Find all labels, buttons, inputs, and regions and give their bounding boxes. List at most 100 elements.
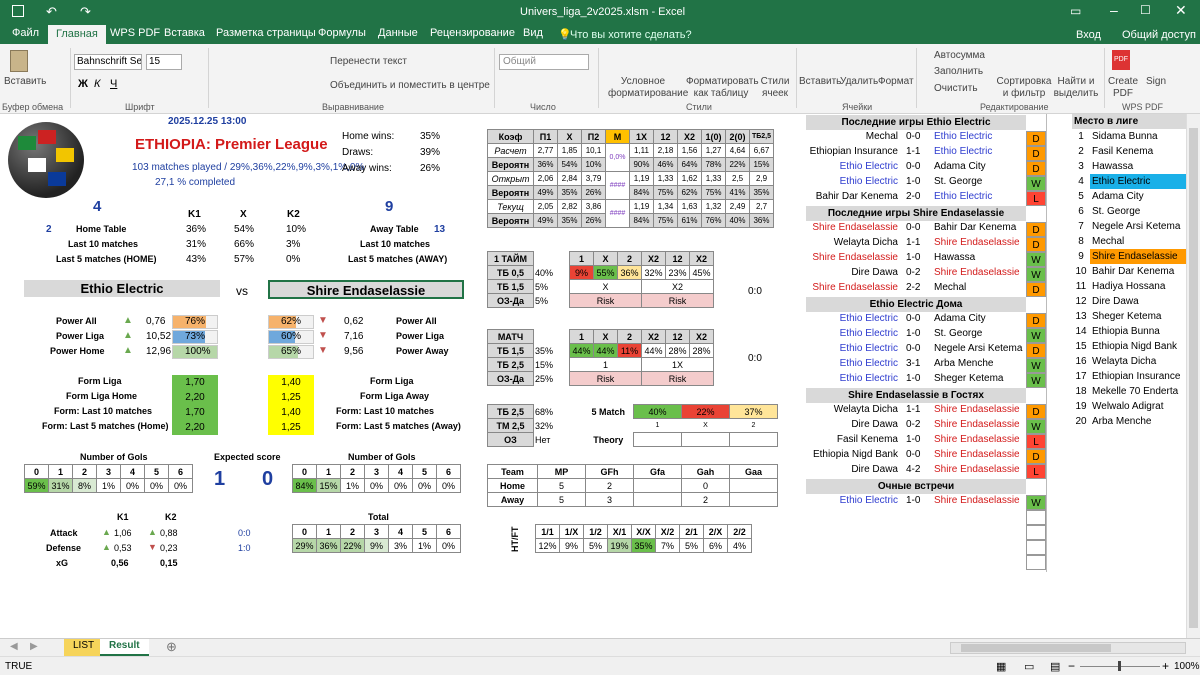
- list-away-team: Shire Endaselassie: [934, 419, 1020, 430]
- list-score: 2-0: [906, 191, 921, 202]
- goals-index: 3: [364, 524, 389, 539]
- font-size-select[interactable]: 15: [146, 54, 182, 70]
- undo-icon[interactable]: ↶: [46, 4, 57, 20]
- tab-home[interactable]: Главная: [48, 25, 106, 44]
- format-table-button[interactable]: Форматировать как таблицу: [686, 76, 759, 100]
- tell-me-input[interactable]: Что вы хотите сделать?: [570, 29, 692, 41]
- wrap-text-button[interactable]: Перенести текст: [330, 56, 407, 67]
- paste-button[interactable]: Вставить: [4, 76, 46, 87]
- standings-team: Mechal: [1092, 236, 1125, 247]
- italic-button[interactable]: К: [94, 78, 100, 90]
- scrollbar-thumb[interactable]: [1189, 128, 1198, 628]
- standings-team: St. George: [1092, 206, 1141, 217]
- odds-cell: 84%: [629, 213, 654, 228]
- standings-team: Mekelle 70 Enderta: [1092, 386, 1179, 397]
- standings-team: Dire Dawa: [1092, 296, 1139, 307]
- add-sheet-icon[interactable]: ⊕: [166, 639, 177, 655]
- list-away-team: Hawassa: [934, 252, 976, 263]
- form-home-value-cell: 2,20: [172, 420, 218, 435]
- vertical-scrollbar[interactable]: [1186, 114, 1200, 638]
- minimize-icon[interactable]: –: [1110, 2, 1118, 18]
- horizontal-scrollbar[interactable]: [950, 642, 1186, 654]
- clear-button[interactable]: Очистить: [934, 83, 978, 94]
- share-button[interactable]: Общий доступ: [1122, 29, 1196, 41]
- page-break-icon[interactable]: ▤: [1050, 660, 1060, 673]
- half-pick-b: Risk: [641, 371, 714, 386]
- next-sheet-icon[interactable]: ▶: [30, 641, 38, 652]
- normal-view-icon[interactable]: ▦: [996, 660, 1006, 673]
- login-link[interactable]: Вход: [1076, 29, 1101, 41]
- tab-view[interactable]: Вид: [523, 27, 543, 39]
- sign-button[interactable]: Sign: [1146, 76, 1166, 87]
- format-cells-button[interactable]: Формат: [878, 76, 914, 87]
- sheet-tab-list[interactable]: LIST: [64, 639, 104, 656]
- list-away-team: Negele Arsi Ketema: [934, 343, 1023, 354]
- away-team-name[interactable]: Shire Endaselassie: [268, 280, 464, 299]
- htft-header: X/2: [655, 524, 680, 539]
- zoom-out-icon[interactable]: −: [1068, 659, 1075, 673]
- tab-insert[interactable]: Вставка: [164, 27, 205, 39]
- number-format-select[interactable]: Общий: [499, 54, 589, 70]
- margin-cell: ####: [605, 199, 630, 228]
- tab-page-layout[interactable]: Разметка страницы: [216, 27, 316, 39]
- merge-center-button[interactable]: Объединить и поместить в центре: [330, 80, 490, 91]
- odds-table: Коэф П1 X П2 M 1X 12 X2 1(0) 2(0) ТБ2,5 Расчет 2,77 1…: [487, 129, 774, 228]
- defense-away: 0,23: [160, 543, 178, 553]
- page-layout-icon[interactable]: ▭: [1024, 660, 1034, 673]
- font-name-select[interactable]: Bahnschrift Sei: [74, 54, 142, 70]
- goals-index: 0: [24, 464, 49, 479]
- tab-review[interactable]: Рецензирование: [430, 27, 515, 39]
- maximize-icon[interactable]: ☐: [1140, 3, 1151, 17]
- expected-score-title: Expected score: [214, 452, 281, 462]
- odds-cell: 75%: [653, 185, 678, 200]
- power-away-bar: 62%: [268, 315, 314, 329]
- cell-styles-button[interactable]: Стили ячеек: [758, 76, 792, 100]
- list-result-badge: D: [1026, 131, 1046, 146]
- goals-index: 0: [292, 464, 317, 479]
- prev-sheet-icon[interactable]: ◀: [10, 641, 18, 652]
- away-stat-label: Last 10 matches: [360, 239, 431, 249]
- sort-filter-button[interactable]: Сортировка и фильтр: [996, 76, 1052, 100]
- home-gols-title: Number of Gols: [80, 452, 148, 462]
- conditional-format-button[interactable]: Условное форматирование: [608, 76, 688, 100]
- five-match-cell: 40%: [633, 404, 682, 419]
- status-bar: TRUE ▦ ▭ ▤ − + 100%: [0, 656, 1200, 675]
- tab-data[interactable]: Данные: [378, 27, 418, 39]
- create-pdf-button[interactable]: Create PDF: [1106, 76, 1140, 100]
- bold-button[interactable]: Ж: [78, 78, 88, 90]
- list-score: 1-0: [906, 434, 921, 445]
- away-stat-label: Last 5 matches (AWAY): [348, 254, 448, 264]
- zoom-level[interactable]: 100%: [1174, 661, 1200, 672]
- redo-icon[interactable]: ↷: [80, 4, 91, 20]
- odds-cell: 1,33: [653, 171, 678, 186]
- htft-header: 2/X: [703, 524, 728, 539]
- fill-button[interactable]: Заполнить: [934, 66, 983, 77]
- zoom-slider-thumb[interactable]: [1118, 661, 1121, 671]
- k1-header: K1: [188, 209, 201, 220]
- underline-button[interactable]: Ч: [110, 78, 117, 90]
- zoom-in-icon[interactable]: +: [1162, 659, 1169, 673]
- find-select-button[interactable]: Найти и выделить: [1052, 76, 1100, 100]
- save-icon[interactable]: [12, 5, 24, 17]
- close-icon[interactable]: ✕: [1175, 2, 1187, 19]
- list-header: Последние игры Shire Endaselassie: [806, 206, 1026, 221]
- tab-file[interactable]: Файл: [12, 27, 39, 39]
- list-result-badge: L: [1026, 191, 1046, 206]
- autosum-button[interactable]: Автосумма: [934, 50, 985, 61]
- sheet-tab-result[interactable]: Result: [100, 639, 149, 656]
- expected-home-goals: 1: [214, 468, 226, 490]
- goals-index: 6: [436, 464, 461, 479]
- list-home-team: Ethiopia Nigd Bank: [812, 449, 898, 460]
- delete-cells-button[interactable]: Удалить: [840, 76, 878, 87]
- up-arrow-icon: ▲: [102, 542, 111, 552]
- ribbon-options-icon[interactable]: ▭: [1070, 4, 1081, 18]
- list-result-badge: D: [1026, 237, 1046, 252]
- match-table: МАТЧ 1 X 2 X2 12 X2 ТБ 1,5 35% 44% 44% 11% 44% 28% 28%…: [487, 329, 714, 386]
- tab-formulas[interactable]: Формулы: [318, 27, 366, 39]
- tab-wps-pdf[interactable]: WPS PDF: [110, 27, 160, 39]
- worksheet[interactable]: 2025.12.25 13:00 ETHIOPIA: Premier Leagu…: [0, 114, 1200, 638]
- odds-header: X: [557, 129, 582, 144]
- insert-cells-button[interactable]: Вставить: [799, 76, 841, 87]
- half-cell: 28%: [665, 343, 690, 358]
- form-home-value-cell: 1,70: [172, 375, 218, 390]
